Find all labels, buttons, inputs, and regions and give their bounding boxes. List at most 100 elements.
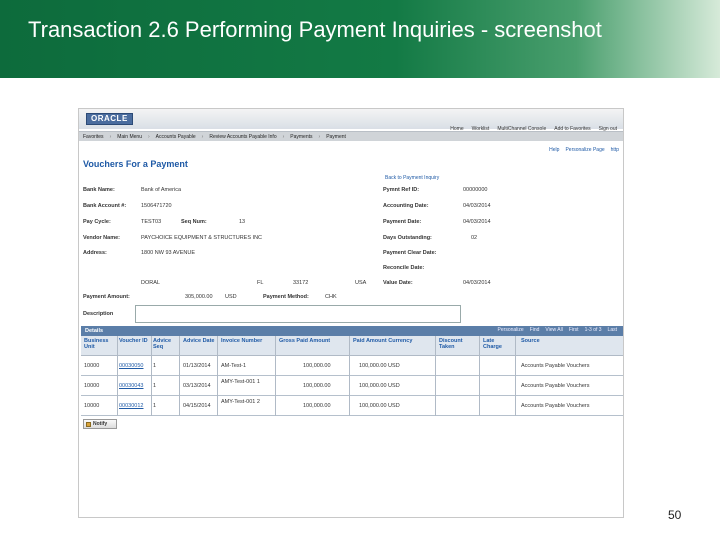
http-link[interactable]: http bbox=[611, 147, 619, 153]
business-unit-cell: 10000 bbox=[84, 403, 100, 409]
nav-payments[interactable]: Payments bbox=[290, 134, 312, 140]
find-link[interactable]: Find bbox=[530, 327, 540, 333]
payment-amount-label: Payment Amount: bbox=[83, 294, 130, 300]
column-header[interactable]: Invoice Number bbox=[221, 338, 277, 344]
column-divider bbox=[151, 336, 152, 416]
invoice-number-cell: AMY-Test-001 1 bbox=[221, 379, 260, 385]
paid-amount-cell: 100,000.00 USD bbox=[359, 403, 400, 409]
bank-account-label: Bank Account #: bbox=[83, 203, 127, 209]
screenshot-frame: ORACLE Home Worklist MultiChannel Consol… bbox=[78, 108, 624, 518]
paid-amount-cell: 100,000.00 USD bbox=[359, 383, 400, 389]
notify-button[interactable]: Notify bbox=[83, 419, 117, 429]
zip-value: 33172 bbox=[293, 280, 309, 286]
advice-seq-cell: 1 bbox=[153, 383, 157, 389]
nav-favorites[interactable]: Favorites bbox=[83, 134, 104, 140]
accounting-date-value: 04/03/2014 bbox=[463, 203, 491, 209]
reconcile-date-label: Reconcile Date: bbox=[383, 265, 425, 271]
value-date-label: Value Date: bbox=[383, 280, 413, 286]
nav-payment[interactable]: Payment bbox=[326, 134, 346, 140]
voucher-id-link[interactable]: 00030043 bbox=[119, 383, 143, 389]
voucher-id-link[interactable]: 00030012 bbox=[119, 403, 143, 409]
accounting-date-label: Accounting Date: bbox=[383, 203, 429, 209]
column-header[interactable]: Late Charge bbox=[483, 338, 511, 350]
bank-name-label: Bank Name: bbox=[83, 187, 115, 193]
page-title: Vouchers For a Payment bbox=[83, 159, 188, 169]
vendor-name-label: Vendor Name: bbox=[83, 235, 120, 241]
table-row: 10000 00030050 1 01/13/2014 AM-Test-1 10… bbox=[81, 356, 623, 376]
page-number: 50 bbox=[668, 508, 682, 522]
column-header[interactable]: Discount Taken bbox=[439, 338, 473, 350]
column-header[interactable]: Gross Paid Amount bbox=[279, 338, 349, 344]
invoice-number-cell: AM-Test-1 bbox=[221, 363, 247, 369]
column-divider bbox=[275, 336, 276, 416]
business-unit-cell: 10000 bbox=[84, 383, 100, 389]
column-divider bbox=[479, 336, 480, 416]
column-divider bbox=[179, 336, 180, 416]
grid-header-row: Business Unit Voucher ID Advice Seq Advi… bbox=[81, 336, 623, 356]
pay-cycle-label: Pay Cycle: bbox=[83, 219, 111, 225]
currency-value: USD bbox=[225, 294, 237, 300]
bank-name-value: Bank of America bbox=[141, 187, 182, 193]
description-label: Description bbox=[83, 311, 114, 317]
help-link[interactable]: Help bbox=[549, 147, 559, 153]
column-divider bbox=[217, 336, 218, 416]
breadcrumb-separator: › bbox=[201, 133, 204, 140]
nav-review-ap-info[interactable]: Review Accounts Payable Info bbox=[209, 134, 276, 140]
advice-date-cell: 04/15/2014 bbox=[183, 403, 211, 409]
source-cell: Accounts Payable Vouchers bbox=[521, 383, 590, 389]
breadcrumb: Favorites › Main Menu › Accounts Payable › … bbox=[79, 131, 623, 141]
seq-num-label: Seq Num: bbox=[181, 219, 207, 225]
payment-clear-date-label: Payment Clear Date: bbox=[383, 250, 437, 256]
help-links: Help Personalize Page http bbox=[549, 147, 619, 153]
column-divider bbox=[117, 336, 118, 416]
days-outstanding-label: Days Outstanding: bbox=[383, 235, 432, 241]
breadcrumb-separator: › bbox=[109, 133, 112, 140]
pay-cycle-value: TEST03 bbox=[141, 219, 162, 225]
table-row: 10000 00030043 1 03/13/2014 AMY-Test-001… bbox=[81, 376, 623, 396]
state-value: FL bbox=[257, 280, 264, 286]
vendor-name-value: PAYCHOICE EQUIPMENT & STRUCTURES INC bbox=[141, 235, 263, 241]
column-divider bbox=[435, 336, 436, 416]
oracle-top-bar: ORACLE Home Worklist MultiChannel Consol… bbox=[79, 109, 623, 132]
source-cell: Accounts Payable Vouchers bbox=[521, 403, 590, 409]
notify-label: Notify bbox=[93, 421, 108, 427]
grid-toolbar: Personalize Find View All First 1-3 of 3… bbox=[498, 327, 617, 333]
pymnt-ref-id-value: 00000000 bbox=[463, 187, 488, 193]
column-header[interactable]: Business Unit bbox=[84, 338, 118, 350]
slide-title: Transaction 2.6 Performing Payment Inqui… bbox=[28, 17, 602, 42]
advice-seq-cell: 1 bbox=[153, 403, 157, 409]
row-count: 1-3 of 3 bbox=[584, 327, 602, 333]
column-header[interactable]: Voucher ID bbox=[119, 338, 149, 344]
nav-accounts-payable[interactable]: Accounts Payable bbox=[156, 134, 196, 140]
column-header[interactable]: Source bbox=[521, 338, 561, 344]
payment-date-label: Payment Date: bbox=[383, 219, 422, 225]
payment-date-value: 04/03/2014 bbox=[463, 219, 491, 225]
source-cell: Accounts Payable Vouchers bbox=[521, 363, 590, 369]
days-outstanding-value: 02 bbox=[471, 235, 478, 241]
gross-paid-cell: 100,000.00 bbox=[303, 383, 331, 389]
value-date-value: 04/03/2014 bbox=[463, 280, 491, 286]
nav-main-menu[interactable]: Main Menu bbox=[117, 134, 142, 140]
column-divider bbox=[349, 336, 350, 416]
advice-date-cell: 01/13/2014 bbox=[183, 363, 211, 369]
last-link[interactable]: Last bbox=[608, 327, 617, 333]
payment-method-value: CHK bbox=[325, 294, 337, 300]
view-all-link[interactable]: View All bbox=[545, 327, 562, 333]
personalize-page-link[interactable]: Personalize Page bbox=[565, 147, 604, 153]
description-field[interactable] bbox=[135, 305, 461, 323]
city-value: DORAL bbox=[141, 280, 160, 286]
address-value: 1800 NW 93 AVENUE bbox=[141, 250, 196, 256]
first-link[interactable]: First bbox=[569, 327, 579, 333]
advice-date-cell: 03/13/2014 bbox=[183, 383, 211, 389]
breadcrumb-separator: › bbox=[318, 133, 321, 140]
column-header[interactable]: Paid Amount Currency bbox=[353, 338, 433, 344]
personalize-grid-link[interactable]: Personalize bbox=[498, 327, 524, 333]
column-divider bbox=[515, 336, 516, 416]
back-to-payment-inquiry-link[interactable]: Back to Payment Inquiry bbox=[385, 175, 439, 181]
breadcrumb-separator: › bbox=[282, 133, 285, 140]
gross-paid-cell: 100,000.00 bbox=[303, 403, 331, 409]
notify-icon bbox=[86, 421, 91, 427]
country-value: USA bbox=[355, 280, 367, 286]
column-header[interactable]: Advice Seq bbox=[153, 338, 177, 350]
voucher-id-link[interactable]: 00030050 bbox=[119, 363, 143, 369]
